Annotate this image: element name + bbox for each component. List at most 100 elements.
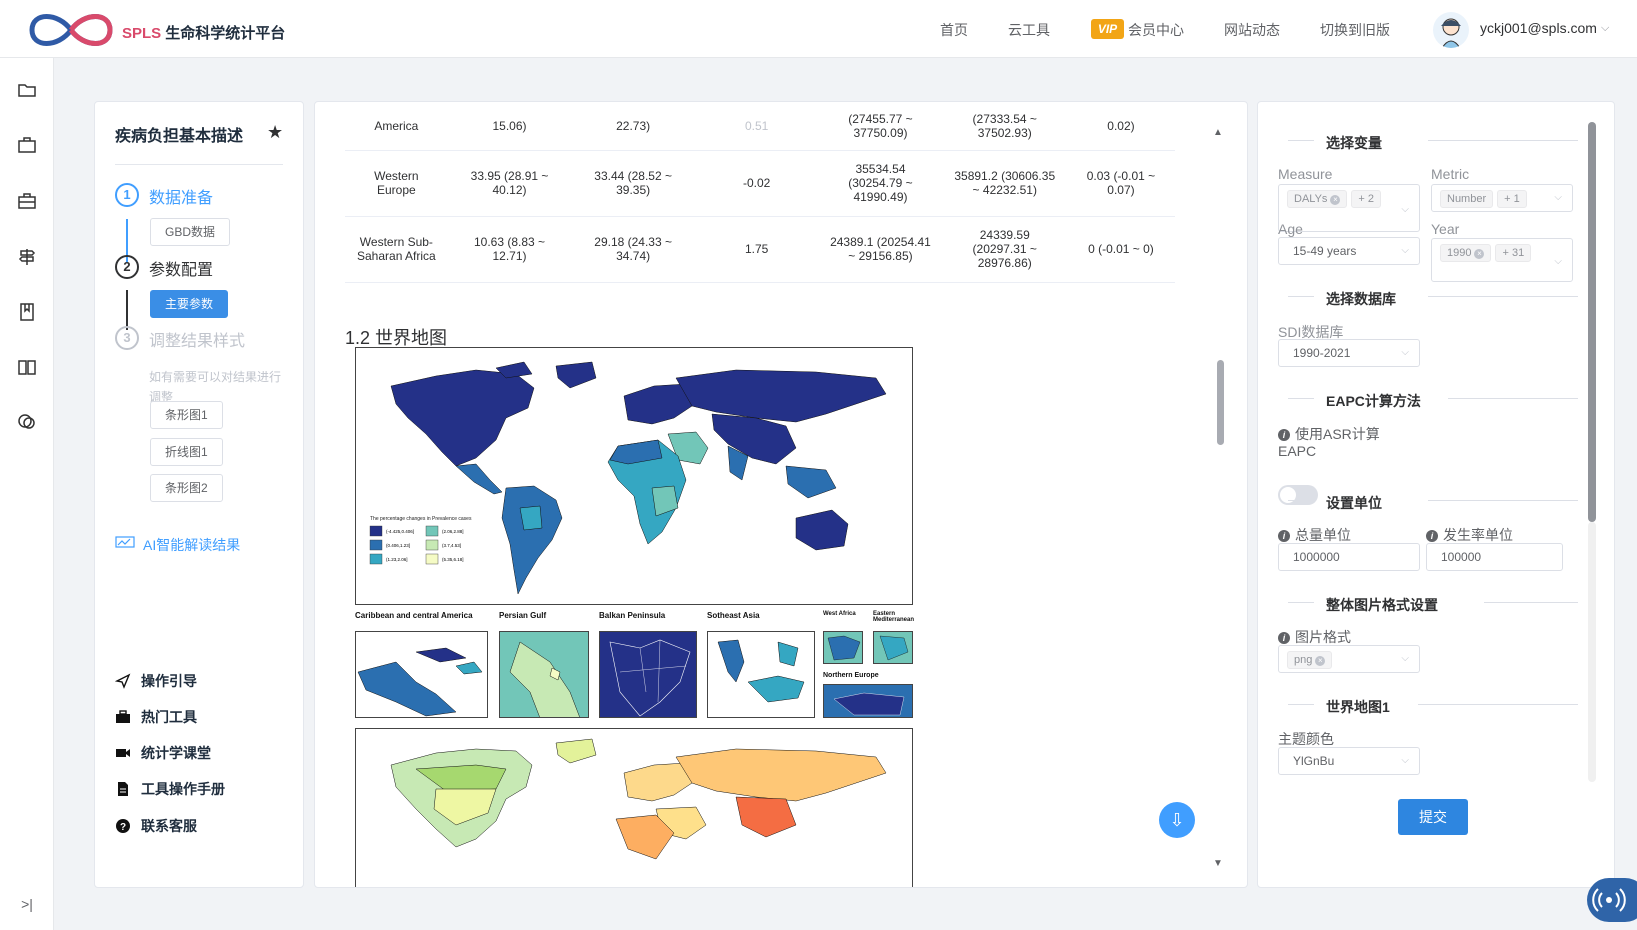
download-button[interactable]: ⇩	[1159, 802, 1195, 838]
video-icon	[116, 749, 130, 757]
measure-label: Measure	[1278, 166, 1333, 182]
group-image-format: 整体图片格式设置	[1278, 593, 1578, 613]
chevron-down-icon[interactable]: ⌵	[1601, 22, 1609, 35]
inset-map-eastern-mediterranean[interactable]	[873, 631, 913, 664]
live-support-button[interactable]	[1587, 878, 1637, 922]
chevron-down-icon: ⌵	[1554, 192, 1562, 203]
spls-logo[interactable]	[28, 8, 114, 52]
rate-unit-input[interactable]: 100000	[1426, 543, 1563, 571]
nav-old-version[interactable]: 切换到旧版	[1320, 20, 1390, 40]
inset-map-southeast-asia[interactable]	[707, 631, 815, 718]
inset-title: Balkan Peninsula	[599, 611, 666, 620]
metric-select[interactable]: Number + 1 ⌵	[1431, 184, 1573, 212]
scroll-down-arrow[interactable]: ▼	[1213, 858, 1223, 869]
inset-title: Sotheast Asia	[707, 611, 760, 620]
tag: + 2	[1351, 190, 1382, 208]
close-icon[interactable]: ×	[1330, 195, 1341, 205]
help-hot-tools[interactable]: 热门工具	[115, 707, 197, 727]
chat-icon[interactable]	[17, 412, 37, 432]
help-contact[interactable]: ? 联系客服	[115, 816, 197, 836]
chevron-down-icon: ⌵	[1401, 347, 1409, 358]
scrollbar-track[interactable]	[1588, 522, 1596, 782]
inset-map-persian-gulf[interactable]	[499, 631, 589, 718]
info-icon[interactable]: i	[1278, 530, 1290, 542]
image-format-select[interactable]: png × ⌵	[1278, 645, 1420, 673]
eapc-asr-label: i 使用ASR计算	[1278, 424, 1380, 444]
theme-color-label: 主题颜色	[1278, 731, 1334, 747]
chip-bar-chart-2[interactable]: 条形图2	[150, 474, 223, 502]
close-icon[interactable]: ×	[1315, 656, 1326, 666]
left-rail: >|	[0, 58, 54, 930]
year-select[interactable]: 1990 × + 31 ⌵	[1431, 238, 1573, 282]
inset-map-west-africa[interactable]	[823, 631, 863, 664]
inset-title: West Africa	[823, 611, 856, 617]
nav-member-center[interactable]: 会员中心	[1128, 20, 1184, 40]
legend-label: (5.35,6.18]	[442, 557, 464, 562]
step-1-number: 1	[115, 183, 139, 207]
total-unit-label: i 总量单位	[1278, 525, 1351, 545]
scrollbar-thumb[interactable]	[1588, 122, 1596, 522]
legend-swatch	[369, 525, 383, 537]
bookmark-book-icon[interactable]	[17, 302, 37, 322]
world-map-2[interactable]	[355, 728, 913, 887]
close-icon[interactable]: ×	[1474, 249, 1485, 259]
sdi-select[interactable]: 1990-2021 ⌵	[1278, 339, 1420, 367]
ai-interpret-link[interactable]: AI智能解读结果	[115, 535, 240, 555]
collapse-sidebar-button[interactable]: >|	[2, 896, 52, 916]
nav-cloud-tools[interactable]: 云工具	[1008, 20, 1050, 40]
open-book-icon[interactable]	[17, 357, 37, 377]
signpost-icon[interactable]	[17, 247, 37, 267]
help-stats-class[interactable]: 统计学课堂	[115, 743, 211, 763]
scroll-up-arrow[interactable]: ▲	[1213, 127, 1223, 138]
table-cell: 0.03 (-0.01 ~ 0.07)	[1066, 150, 1175, 217]
info-icon[interactable]: i	[1278, 632, 1290, 644]
image-format-label: i 图片格式	[1278, 627, 1351, 647]
inset-map-balkan[interactable]	[599, 631, 697, 718]
world-map[interactable]: The percentage changes in Prevalence cas…	[355, 347, 913, 605]
legend-swatch	[369, 553, 383, 565]
star-icon[interactable]: ★	[267, 122, 283, 143]
table-row: America 15.06) 22.73) 0.51 (27455.77 ~ 3…	[345, 102, 1175, 151]
nav-home[interactable]: 首页	[940, 20, 968, 40]
scrollbar-thumb[interactable]	[1217, 360, 1224, 445]
info-icon[interactable]: i	[1426, 530, 1438, 542]
chevron-down-icon: ⌵	[1554, 256, 1562, 267]
avatar[interactable]	[1433, 12, 1469, 48]
toolbox-icon[interactable]	[17, 191, 37, 211]
legend-label: (3.7,4.53]	[442, 543, 461, 548]
step-3-label[interactable]: 调整结果样式	[149, 327, 245, 351]
toolbox-icon	[116, 710, 130, 723]
folder-icon[interactable]	[17, 80, 37, 100]
step-2-label[interactable]: 参数配置	[149, 256, 213, 280]
table-cell: 33.95 (28.91 ~ 40.12)	[447, 150, 572, 217]
inset-map-caribbean[interactable]	[355, 631, 488, 718]
legend-label: (1.23,2.06]	[386, 557, 408, 562]
info-icon[interactable]: i	[1278, 429, 1290, 441]
step-connector	[126, 290, 128, 330]
help-guide[interactable]: 操作引导	[115, 671, 197, 691]
theme-color-select[interactable]: YlGnBu ⌵	[1278, 747, 1420, 775]
help-manual[interactable]: 工具操作手册	[115, 779, 225, 799]
table-cell: (27455.77 ~ 37750.09)	[818, 102, 943, 151]
total-unit-input[interactable]: 1000000	[1278, 543, 1420, 571]
brand-name: SPLS 生命科学统计平台	[122, 25, 286, 42]
table-cell: 24339.59 (20297.31 ~ 28976.86)	[942, 216, 1067, 283]
svg-text:?: ?	[120, 822, 126, 833]
chip-main-params[interactable]: 主要参数	[150, 290, 229, 318]
user-email[interactable]: yckj001@spls.com	[1480, 20, 1597, 36]
step-3-number: 3	[115, 326, 139, 350]
chip-gbd-data[interactable]: GBD数据	[150, 218, 231, 246]
step-1-label[interactable]: 数据准备	[149, 184, 213, 208]
chip-bar-chart-1[interactable]: 条形图1	[150, 401, 223, 429]
inset-title: Northern Europe	[823, 672, 879, 679]
table-cell: 0.02)	[1066, 102, 1175, 151]
nav-news[interactable]: 网站动态	[1224, 20, 1280, 40]
briefcase-icon[interactable]	[17, 135, 37, 155]
year-label: Year	[1431, 221, 1460, 237]
steps-panel: 疾病负担基本描述 ★ 1 数据准备 GBD数据 2 参数配置 主要参数 3 调整…	[94, 101, 304, 888]
inset-map-northern-europe[interactable]	[823, 684, 913, 718]
chip-line-chart-1[interactable]: 折线图1	[150, 438, 223, 466]
age-select[interactable]: 15-49 years ⌵	[1278, 237, 1420, 265]
submit-button[interactable]: 提交	[1398, 799, 1468, 835]
legend-label: (-4.425,0.406]	[386, 529, 414, 534]
